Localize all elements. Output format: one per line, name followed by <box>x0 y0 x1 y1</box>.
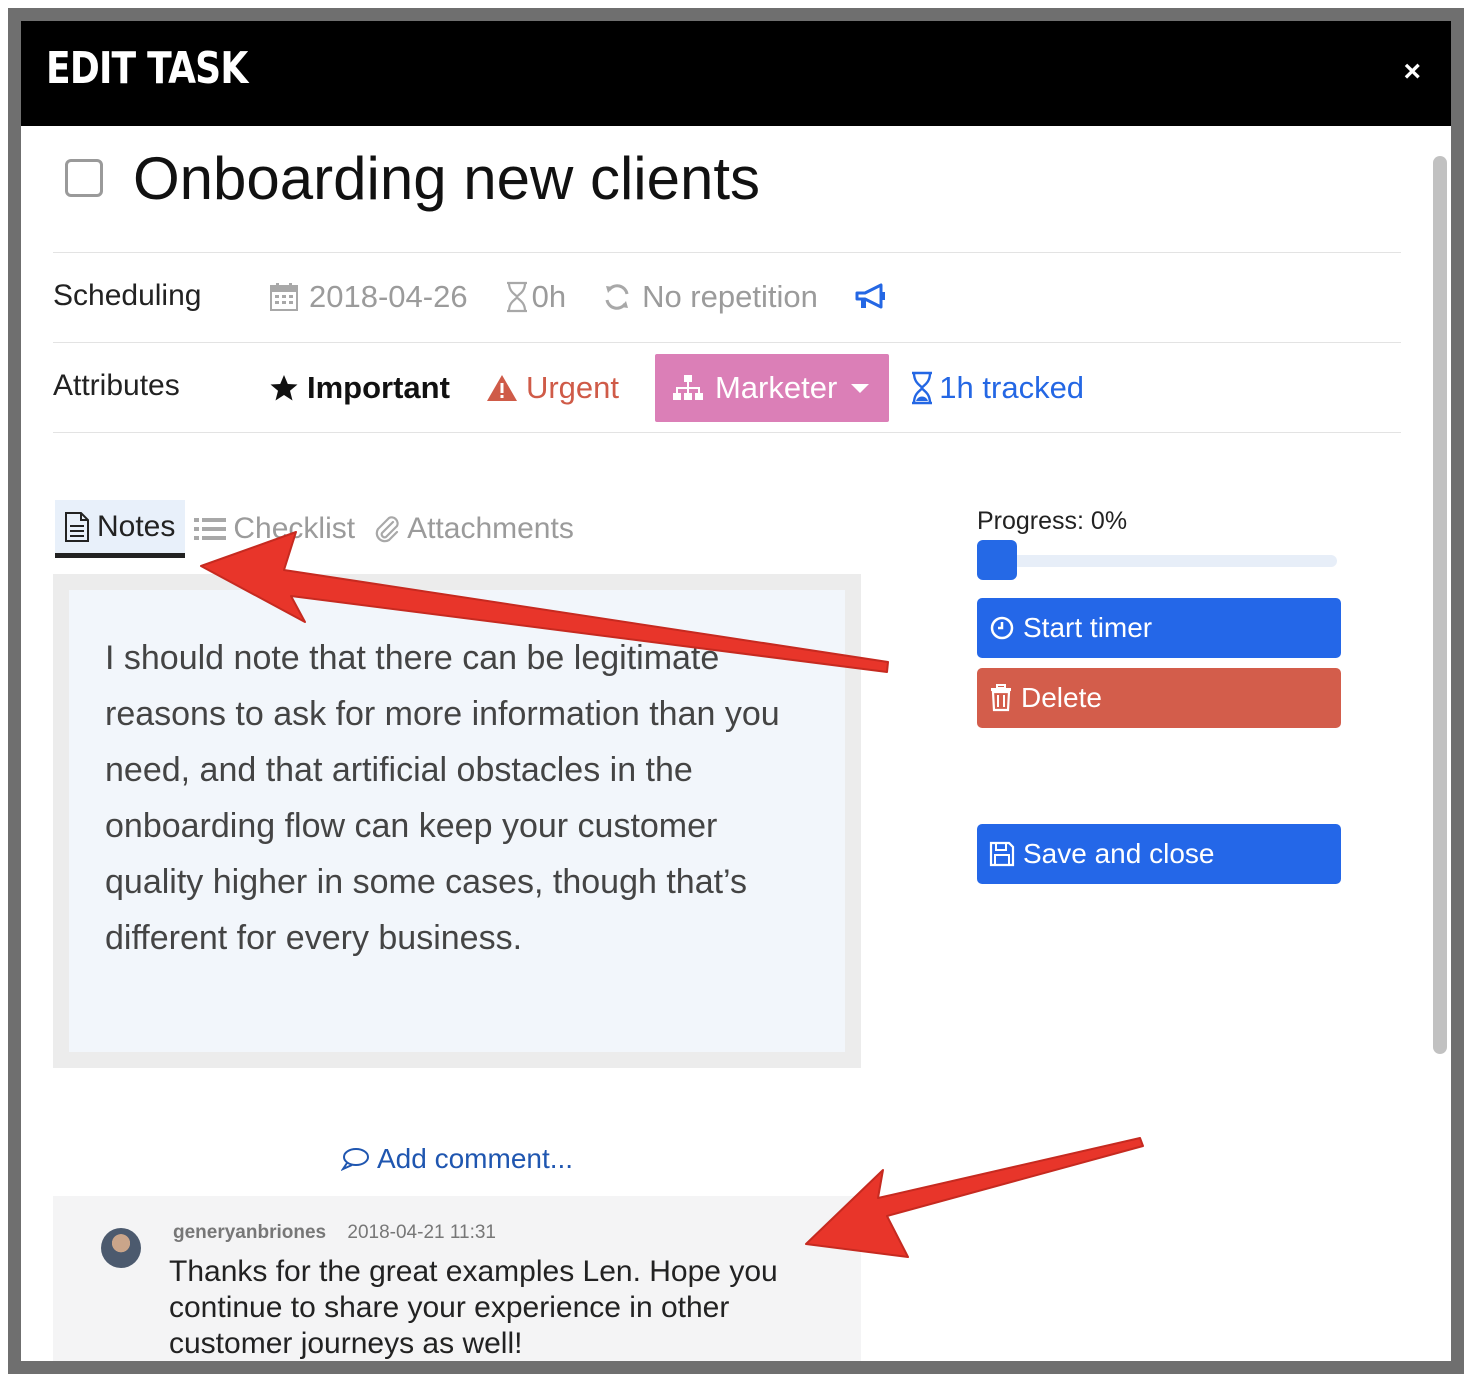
attributes-row: Important Urgent Marketer 1h tracked <box>269 354 1120 422</box>
floppy-disk-icon <box>989 841 1015 867</box>
scheduling-label: Scheduling <box>53 279 202 312</box>
org-chart-icon <box>672 375 703 400</box>
start-timer-label: Start timer <box>1023 612 1153 643</box>
speech-bubble-icon <box>341 1148 369 1171</box>
delete-label: Delete <box>1021 682 1102 713</box>
repetition[interactable]: No repetition <box>602 279 818 315</box>
comment-meta: generyanbriones 2018-04-21 11:31 <box>173 1222 496 1244</box>
due-date[interactable]: 2018-04-26 <box>269 279 468 315</box>
role-dropdown[interactable]: Marketer <box>654 354 890 422</box>
scrollbar[interactable] <box>1433 156 1447 1054</box>
notes-textarea[interactable]: I should note that there can be legitima… <box>69 590 845 1052</box>
add-comment-label: Add comment... <box>377 1143 574 1174</box>
list-icon <box>194 518 227 540</box>
star-icon <box>270 375 298 401</box>
important-label: Important <box>307 370 450 405</box>
refresh-icon <box>605 284 629 310</box>
hourglass-icon <box>912 371 933 405</box>
delete-button[interactable]: Delete <box>977 668 1341 728</box>
scheduling-row: 2018-04-26 0h No repetition <box>269 279 934 315</box>
notify-button[interactable] <box>854 282 898 312</box>
attributes-label: Attributes <box>53 369 180 402</box>
document-icon <box>65 511 89 542</box>
calendar-icon <box>270 283 298 311</box>
progress-slider-handle[interactable] <box>977 540 1017 580</box>
tracked-label: 1h tracked <box>939 370 1085 405</box>
start-timer-button[interactable]: Start timer <box>977 598 1341 658</box>
modal-header: EDIT TASK × <box>21 21 1451 126</box>
trash-icon <box>991 684 1011 712</box>
role-label: Marketer <box>714 370 838 405</box>
progress-slider[interactable] <box>977 555 1337 567</box>
tab-label: Attachments <box>407 512 574 545</box>
tab-attachments[interactable]: Attachments <box>365 500 584 558</box>
edit-task-modal: EDIT TASK × Onboarding new clients Sched… <box>21 21 1451 1361</box>
progress-label: Progress: 0% <box>977 507 1128 535</box>
time-tracked-link[interactable]: 1h tracked <box>909 370 1084 406</box>
modal-title: EDIT TASK <box>46 43 248 94</box>
clock-icon <box>990 616 1014 640</box>
chevron-down-icon <box>851 383 870 393</box>
notes-panel: I should note that there can be legitima… <box>53 574 861 1068</box>
megaphone-icon <box>855 283 885 309</box>
task-title-row: Onboarding new clients <box>65 133 760 223</box>
comment-item: generyanbriones 2018-04-21 11:31 Thanks … <box>53 1196 861 1361</box>
save-and-close-button[interactable]: Save and close <box>977 824 1341 884</box>
divider <box>53 432 1401 433</box>
duration-value: 0h <box>531 279 567 314</box>
repetition-value: No repetition <box>642 279 818 314</box>
task-title[interactable]: Onboarding new clients <box>133 144 760 213</box>
divider <box>53 342 1401 343</box>
tab-label: Checklist <box>233 512 356 545</box>
comment-text: Thanks for the great examples Len. Hope … <box>169 1255 778 1360</box>
hourglass-icon <box>506 281 527 313</box>
urgent-toggle[interactable]: Urgent <box>486 370 619 406</box>
add-comment-link[interactable]: Add comment... <box>341 1143 573 1175</box>
paperclip-icon <box>375 516 399 543</box>
due-date-value: 2018-04-26 <box>309 279 468 314</box>
avatar <box>101 1228 141 1268</box>
comment-timestamp: 2018-04-21 11:31 <box>347 1222 496 1243</box>
important-toggle[interactable]: Important <box>269 370 450 406</box>
warning-icon <box>486 375 517 401</box>
duration[interactable]: 0h <box>504 279 566 315</box>
tab-label: Notes <box>97 509 176 543</box>
urgent-label: Urgent <box>525 370 619 405</box>
tab-notes[interactable]: Notes <box>55 500 186 558</box>
content-tabs: Notes Checklist Attachments <box>55 500 584 558</box>
tab-checklist[interactable]: Checklist <box>185 500 365 558</box>
comment-author: generyanbriones <box>173 1222 327 1243</box>
save-and-close-label: Save and close <box>1023 838 1215 869</box>
divider <box>53 252 1401 253</box>
close-button[interactable]: × <box>1403 57 1421 87</box>
task-complete-checkbox[interactable] <box>65 159 103 197</box>
